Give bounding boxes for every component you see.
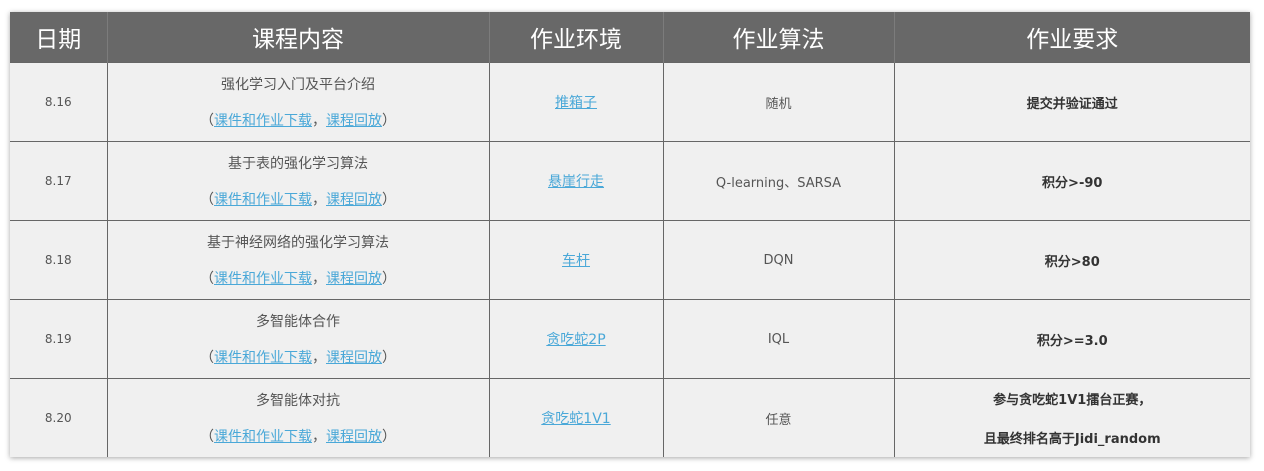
course-replay-link[interactable]: 课程回放 — [326, 271, 382, 287]
course-schedule-table: 日期 课程内容 作业环境 作业算法 作业要求 8.16 强化学习入门及平台介绍 … — [10, 12, 1250, 457]
header-homework-algo: 作业算法 — [662, 12, 894, 63]
algo-cell: 随机 — [662, 62, 895, 142]
course-topic: 强化学习入门及平台介绍 — [221, 77, 375, 93]
course-cell: 多智能体对抗 （课件和作业下载，课程回放） — [106, 378, 490, 457]
course-links: （课件和作业下载，课程回放） — [108, 268, 489, 288]
paren-open: （ — [200, 271, 214, 287]
paren-close: ） — [382, 113, 396, 129]
paren-open: （ — [200, 429, 214, 445]
course-links: （课件和作业下载，课程回放） — [108, 347, 489, 367]
req-cell: 参与贪吃蛇1V1擂台正赛， 且最终排名高于Jidi_random — [893, 378, 1250, 457]
table-row: 8.18 基于神经网络的强化学习算法 （课件和作业下载，课程回放） 车杆 DQN… — [10, 220, 1250, 300]
paren-open: （ — [200, 350, 214, 366]
req-cell: 积分>=3.0 — [893, 299, 1250, 379]
course-replay-link[interactable]: 课程回放 — [326, 350, 382, 366]
env-cell: 贪吃蛇1V1 — [488, 378, 664, 457]
table-header-row: 日期 课程内容 作业环境 作业算法 作业要求 — [10, 12, 1250, 63]
req-text-line-2: 且最终排名高于Jidi_random — [983, 432, 1161, 447]
req-text: 提交并验证通过 — [1026, 96, 1118, 112]
req-text: 积分>=3.0 — [1036, 333, 1108, 349]
link-separator: ， — [312, 429, 326, 445]
paren-open: （ — [200, 192, 214, 208]
req-text: 参与贪吃蛇1V1擂台正赛， — [993, 393, 1152, 408]
slides-download-link[interactable]: 课件和作业下载 — [214, 113, 312, 129]
env-cell: 贪吃蛇2P — [488, 299, 664, 379]
req-text: 积分>80 — [1044, 254, 1100, 270]
slides-download-link[interactable]: 课件和作业下载 — [214, 271, 312, 287]
algo-cell: Q-learning、SARSA — [662, 141, 895, 221]
link-separator: ， — [312, 271, 326, 287]
env-link[interactable]: 推箱子 — [555, 95, 597, 111]
link-separator: ， — [312, 113, 326, 129]
slides-download-link[interactable]: 课件和作业下载 — [214, 429, 312, 445]
table-row: 8.17 基于表的强化学习算法 （课件和作业下载，课程回放） 悬崖行走 Q-le… — [10, 141, 1250, 221]
course-replay-link[interactable]: 课程回放 — [326, 113, 382, 129]
schedule-table-frame: 日期 课程内容 作业环境 作业算法 作业要求 8.16 强化学习入门及平台介绍 … — [10, 12, 1250, 457]
date-cell: 8.19 — [10, 299, 108, 379]
course-cell: 多智能体合作 （课件和作业下载，课程回放） — [106, 299, 490, 379]
algo-cell: IQL — [662, 299, 895, 379]
course-cell: 基于神经网络的强化学习算法 （课件和作业下载，课程回放） — [106, 220, 490, 300]
env-link[interactable]: 悬崖行走 — [548, 174, 604, 190]
paren-close: ） — [382, 192, 396, 208]
paren-open: （ — [200, 113, 214, 129]
course-cell: 强化学习入门及平台介绍 （课件和作业下载，课程回放） — [106, 62, 490, 142]
date-cell: 8.17 — [10, 141, 108, 221]
course-replay-link[interactable]: 课程回放 — [326, 192, 382, 208]
course-links: （课件和作业下载，课程回放） — [108, 426, 489, 446]
env-link[interactable]: 贪吃蛇2P — [546, 332, 605, 348]
algo-cell: DQN — [662, 220, 895, 300]
date-cell: 8.18 — [10, 220, 108, 300]
course-replay-link[interactable]: 课程回放 — [326, 429, 382, 445]
course-topic: 基于神经网络的强化学习算法 — [207, 235, 389, 251]
slides-download-link[interactable]: 课件和作业下载 — [214, 192, 312, 208]
header-homework-env: 作业环境 — [488, 12, 663, 63]
header-course-content: 课程内容 — [106, 12, 489, 63]
env-cell: 车杆 — [488, 220, 664, 300]
date-cell: 8.16 — [10, 62, 108, 142]
paren-close: ） — [382, 429, 396, 445]
env-cell: 推箱子 — [488, 62, 664, 142]
date-cell: 8.20 — [10, 378, 108, 457]
course-links: （课件和作业下载，课程回放） — [108, 110, 489, 130]
course-topic: 基于表的强化学习算法 — [228, 156, 368, 172]
env-cell: 悬崖行走 — [488, 141, 664, 221]
link-separator: ， — [312, 192, 326, 208]
env-link[interactable]: 车杆 — [562, 253, 590, 269]
table-row: 8.20 多智能体对抗 （课件和作业下载，课程回放） 贪吃蛇1V1 任意 参与贪… — [10, 378, 1250, 457]
req-text: 积分>-90 — [1042, 175, 1103, 191]
paren-close: ） — [382, 271, 396, 287]
req-cell: 积分>-90 — [893, 141, 1250, 221]
table-row: 8.16 强化学习入门及平台介绍 （课件和作业下载，课程回放） 推箱子 随机 提… — [10, 62, 1250, 142]
header-homework-req: 作业要求 — [893, 12, 1250, 63]
slides-download-link[interactable]: 课件和作业下载 — [214, 350, 312, 366]
req-cell: 提交并验证通过 — [893, 62, 1250, 142]
req-cell: 积分>80 — [893, 220, 1250, 300]
algo-cell: 任意 — [662, 378, 895, 457]
env-link[interactable]: 贪吃蛇1V1 — [541, 411, 610, 427]
header-date: 日期 — [10, 12, 107, 63]
table-row: 8.19 多智能体合作 （课件和作业下载，课程回放） 贪吃蛇2P IQL 积分>… — [10, 299, 1250, 379]
paren-close: ） — [382, 350, 396, 366]
course-topic: 多智能体合作 — [256, 314, 340, 330]
course-links: （课件和作业下载，课程回放） — [108, 189, 489, 209]
course-cell: 基于表的强化学习算法 （课件和作业下载，课程回放） — [106, 141, 490, 221]
link-separator: ， — [312, 350, 326, 366]
course-topic: 多智能体对抗 — [256, 393, 340, 409]
